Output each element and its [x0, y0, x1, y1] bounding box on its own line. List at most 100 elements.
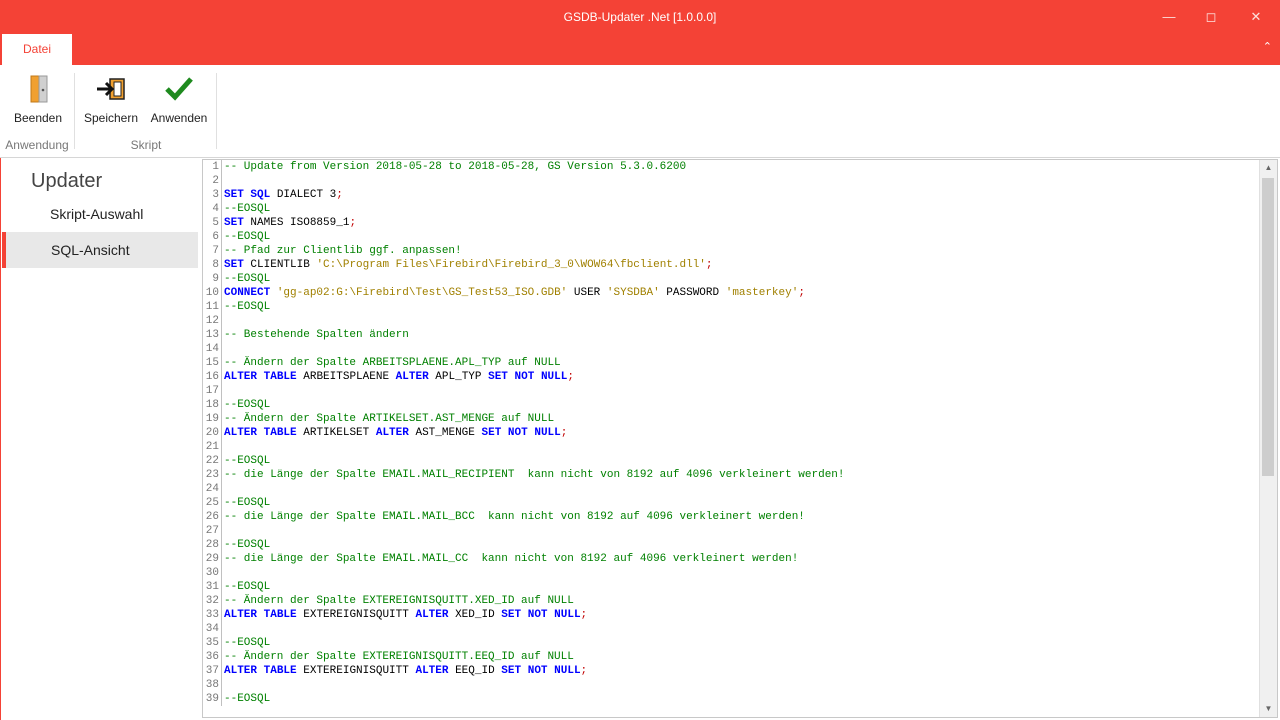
- code-token: ARBEITSPLAENE: [296, 371, 396, 383]
- code-line: 3 SET SQL DIALECT 3;: [203, 188, 1261, 202]
- sql-editor[interactable]: 1 -- Update from Version 2018-05-28 to 20…: [202, 159, 1278, 718]
- window-title: GSDB-Updater .Net [1.0.0.0]: [563, 10, 717, 24]
- group-label-skript: Skript: [130, 138, 162, 152]
- ribbon-tab-row: Datei ⌃: [0, 34, 1280, 65]
- line-number: 3: [203, 188, 222, 202]
- code-token: -- die Länge der Spalte EMAIL.MAIL_RECIP…: [224, 469, 845, 481]
- code-token: CONNECT: [224, 287, 271, 299]
- scroll-up-icon[interactable]: ▲: [1260, 160, 1277, 176]
- code-token: -- die Länge der Spalte EMAIL.MAIL_CC ka…: [224, 553, 799, 565]
- title-bar: GSDB-Updater .Net [1.0.0.0] — ◻ ✕: [0, 0, 1280, 34]
- code-line: 13 -- Bestehende Spalten ändern: [203, 328, 1261, 342]
- line-code: SET CLIENTLIB 'C:\Program Files\Firebird…: [222, 258, 713, 272]
- line-number: 34: [203, 622, 222, 636]
- code-line: 11 --EOSQL: [203, 300, 1261, 314]
- sidebar-item-sql-ansicht[interactable]: SQL-Ansicht: [2, 232, 198, 268]
- collapse-ribbon-icon[interactable]: ⌃: [1263, 40, 1272, 53]
- code-line: 28 --EOSQL: [203, 538, 1261, 552]
- code-token: NOT: [507, 427, 528, 439]
- maximize-icon[interactable]: ◻: [1188, 0, 1234, 34]
- line-number: 30: [203, 566, 222, 580]
- code-token: SET: [224, 217, 244, 229]
- minimize-icon[interactable]: —: [1146, 0, 1192, 34]
- code-line: 36 -- Ändern der Spalte EXTEREIGNISQUITT.…: [203, 650, 1261, 664]
- close-icon[interactable]: ✕: [1233, 0, 1279, 34]
- checkmark-icon: [163, 73, 195, 105]
- code-line: 31 --EOSQL: [203, 580, 1261, 594]
- line-number: 18: [203, 398, 222, 412]
- code-token: -- Pfad zur Clientlib ggf. anpassen!: [224, 245, 462, 257]
- code-line: 21: [203, 440, 1261, 454]
- speichern-button[interactable]: Speichern: [82, 73, 140, 125]
- code-token: -- Ändern der Spalte EXTEREIGNISQUITT.XE…: [224, 595, 574, 607]
- sidebar-item-label: SQL-Ansicht: [51, 242, 130, 258]
- code-token: -- Bestehende Spalten ändern: [224, 329, 409, 341]
- line-code: --EOSQL: [222, 636, 270, 650]
- code-line: 33 ALTER TABLE EXTEREIGNISQUITT ALTER XED…: [203, 608, 1261, 622]
- code-line: 30: [203, 566, 1261, 580]
- code-token: --EOSQL: [224, 539, 271, 551]
- code-token: ALTER: [415, 665, 449, 677]
- line-number: 1: [203, 160, 222, 174]
- line-number: 21: [203, 440, 222, 454]
- code-token: ALTER: [415, 609, 449, 621]
- tab-datei[interactable]: Datei: [2, 34, 72, 65]
- code-line: 35 --EOSQL: [203, 636, 1261, 650]
- code-token: ;: [336, 189, 343, 201]
- group-label-anwendung: Anwendung: [5, 138, 69, 152]
- line-code: --EOSQL: [222, 454, 270, 468]
- line-number: 35: [203, 636, 222, 650]
- code-line: 29 -- die Länge der Spalte EMAIL.MAIL_CC …: [203, 552, 1261, 566]
- code-lines: 1 -- Update from Version 2018-05-28 to 20…: [203, 160, 1261, 706]
- code-line: 27: [203, 524, 1261, 538]
- line-number: 32: [203, 594, 222, 608]
- line-code: --EOSQL: [222, 202, 270, 216]
- line-code: --EOSQL: [222, 538, 270, 552]
- line-code: --EOSQL: [222, 580, 270, 594]
- code-token: SQL: [250, 189, 271, 201]
- code-token: TABLE: [263, 665, 297, 677]
- code-token: ;: [349, 217, 357, 229]
- code-token: 'masterkey': [725, 287, 799, 299]
- sidebar-item-skript-auswahl[interactable]: Skript-Auswahl: [2, 196, 198, 232]
- anwenden-button[interactable]: Anwenden: [148, 73, 210, 125]
- vertical-scrollbar[interactable]: ▲ ▼: [1259, 160, 1277, 717]
- line-code: SET SQL DIALECT 3;: [222, 188, 343, 202]
- code-line: 26 -- die Länge der Spalte EMAIL.MAIL_BCC…: [203, 510, 1261, 524]
- sidebar-item-label: Skript-Auswahl: [50, 206, 144, 222]
- scroll-down-icon[interactable]: ▼: [1260, 701, 1277, 717]
- code-line: 18 --EOSQL: [203, 398, 1261, 412]
- beenden-button[interactable]: Beenden: [8, 73, 68, 125]
- scrollbar-thumb[interactable]: [1262, 178, 1274, 476]
- code-token: SET: [224, 189, 244, 201]
- code-token: TABLE: [263, 371, 297, 383]
- code-token: ;: [705, 259, 713, 271]
- speichern-label: Speichern: [83, 111, 139, 125]
- save-arrow-icon: [95, 73, 127, 105]
- line-number: 38: [203, 678, 222, 692]
- line-code: -- die Länge der Spalte EMAIL.MAIL_CC ka…: [222, 552, 798, 566]
- code-token: ;: [798, 287, 805, 299]
- code-line: 2: [203, 174, 1261, 188]
- line-number: 7: [203, 244, 222, 258]
- line-number: 10: [203, 286, 222, 300]
- code-token: --EOSQL: [224, 693, 271, 705]
- code-token: NULL: [540, 371, 568, 383]
- code-token: ;: [580, 609, 588, 621]
- code-token: NULL: [534, 427, 561, 439]
- code-token: NOT: [514, 371, 535, 383]
- code-token: XED_ID: [448, 609, 502, 621]
- code-line: 32 -- Ändern der Spalte EXTEREIGNISQUITT.…: [203, 594, 1261, 608]
- code-token: ALTER: [224, 609, 258, 621]
- line-number: 37: [203, 664, 222, 678]
- line-code: -- Bestehende Spalten ändern: [222, 328, 409, 342]
- code-line: 9 --EOSQL: [203, 272, 1261, 286]
